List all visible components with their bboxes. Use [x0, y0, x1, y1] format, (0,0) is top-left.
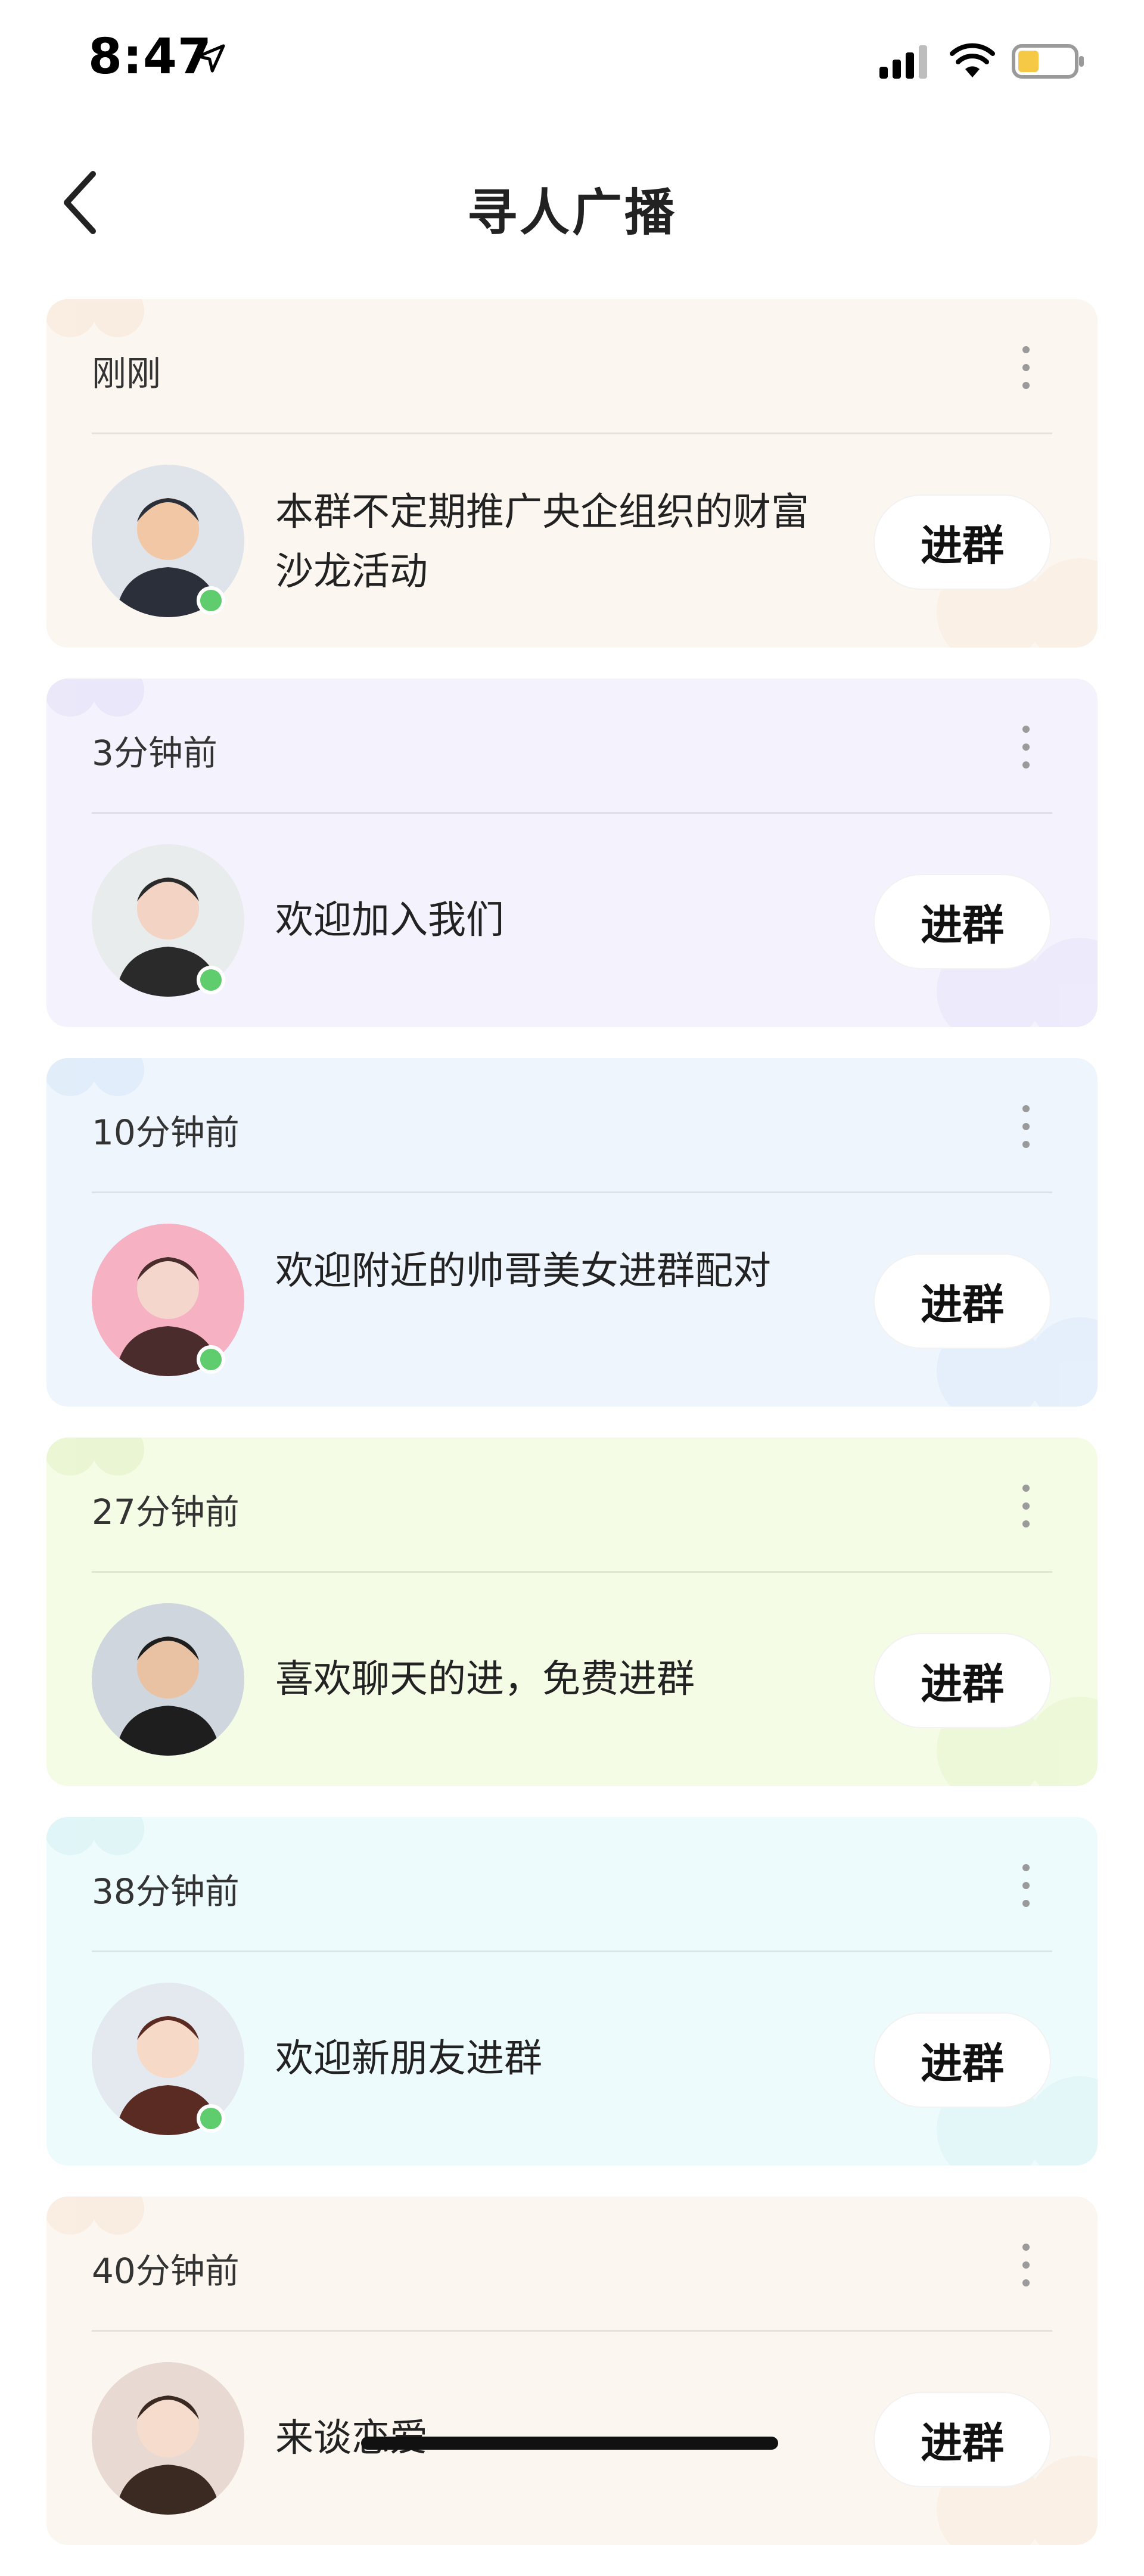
avatar[interactable]	[92, 2362, 244, 2515]
navigation-bar: 寻人广播	[0, 131, 1144, 274]
more-options-icon[interactable]	[1008, 1479, 1044, 1533]
online-status-badge	[197, 586, 225, 615]
wifi-icon	[950, 43, 995, 77]
cellular-signal-icon	[879, 45, 927, 79]
join-group-button[interactable]: 进群	[873, 2392, 1051, 2487]
broadcast-card: 40分钟前 来谈恋爱 进群	[46, 2197, 1098, 2545]
more-options-icon[interactable]	[1008, 1100, 1044, 1153]
join-group-button[interactable]: 进群	[873, 1253, 1051, 1349]
broadcast-feed: 刚刚 本群不定期推广央企组织的财富沙龙活动 进群 3分钟前 欢迎加入我们 进群 …	[46, 299, 1098, 2576]
post-time: 38分钟前	[92, 1871, 240, 1912]
avatar-container	[92, 1224, 244, 1376]
broadcast-message: 喜欢聊天的进，免费进群	[275, 1657, 695, 1701]
divider	[92, 2330, 1052, 2332]
online-status-badge	[197, 2104, 225, 2133]
battery-icon	[1012, 44, 1084, 79]
more-options-icon[interactable]	[1008, 2238, 1044, 2292]
avatar-container	[92, 2362, 244, 2515]
broadcast-message: 欢迎新朋友进群	[275, 2037, 542, 2081]
divider	[92, 812, 1052, 814]
broadcast-card: 10分钟前 欢迎附近的帅哥美女进群配对 进群	[46, 1058, 1098, 1407]
avatar[interactable]	[92, 1603, 244, 1756]
post-time: 3分钟前	[92, 733, 217, 773]
broadcast-message: 本群不定期推广央企组织的财富沙龙活动	[275, 490, 809, 594]
broadcast-message: 欢迎附近的帅哥美女进群配对	[275, 1249, 771, 1293]
join-group-button[interactable]: 进群	[873, 494, 1051, 590]
broadcast-card: 刚刚 本群不定期推广央企组织的财富沙龙活动 进群	[46, 299, 1098, 648]
post-time: 刚刚	[92, 353, 161, 394]
join-group-button[interactable]: 进群	[873, 2012, 1051, 2108]
avatar-container	[92, 1603, 244, 1756]
broadcast-message: 欢迎加入我们	[275, 898, 504, 942]
online-status-badge	[197, 966, 225, 994]
divider	[92, 1571, 1052, 1573]
join-group-button[interactable]: 进群	[873, 874, 1051, 969]
broadcast-card: 3分钟前 欢迎加入我们 进群	[46, 679, 1098, 1027]
divider	[92, 1950, 1052, 1952]
avatar-container	[92, 1983, 244, 2135]
status-time: 8:47	[88, 29, 212, 85]
page-title: 寻人广播	[467, 183, 677, 242]
divider	[92, 1191, 1052, 1193]
more-options-icon[interactable]	[1008, 341, 1044, 394]
more-options-icon[interactable]	[1008, 720, 1044, 774]
home-indicator	[361, 2437, 778, 2450]
join-group-button[interactable]: 进群	[873, 1633, 1051, 1728]
post-time: 10分钟前	[92, 1112, 240, 1153]
divider	[92, 433, 1052, 434]
more-options-icon[interactable]	[1008, 1859, 1044, 1912]
location-arrow-icon	[197, 44, 225, 73]
online-status-badge	[197, 1345, 225, 1374]
avatar-container	[92, 465, 244, 617]
broadcast-card: 27分钟前 喜欢聊天的进，免费进群 进群	[46, 1438, 1098, 1786]
avatar-container	[92, 844, 244, 997]
post-time: 40分钟前	[92, 2251, 240, 2291]
broadcast-card: 38分钟前 欢迎新朋友进群 进群	[46, 1817, 1098, 2166]
status-bar: 8:47	[0, 0, 1144, 119]
post-time: 27分钟前	[92, 1492, 240, 1532]
